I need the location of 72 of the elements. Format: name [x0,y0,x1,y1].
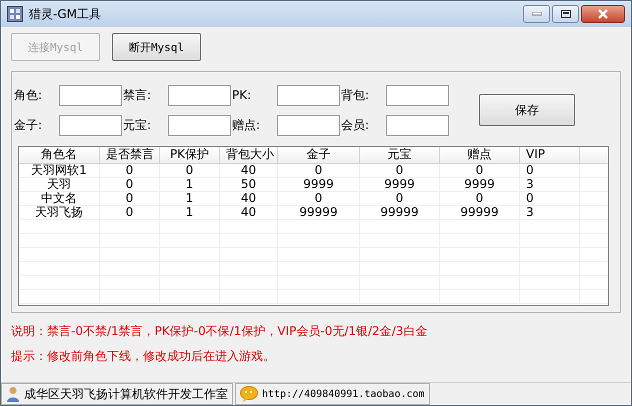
table-cell: 天羽 [19,178,100,191]
table-cell: 0 [360,164,440,177]
close-button[interactable] [581,5,625,23]
table-cell: 3 [520,206,580,219]
table-cell: 40 [220,192,278,205]
minimize-button[interactable] [523,5,550,23]
disconnect-button[interactable]: 断开Mysql [112,33,201,61]
input-field[interactable] [59,84,122,106]
table-cell: 9999 [360,178,440,191]
field-label: 背包: [341,86,370,104]
table-cell: 1 [160,178,220,191]
table-cell: 中文名 [19,192,100,205]
input-field[interactable] [277,114,340,136]
note-text: 提示：修改前角色下线，修改成功后在进入游戏。 [11,348,276,365]
column-header[interactable]: PK保护 [160,147,220,163]
input-field[interactable] [277,84,340,106]
table-cell: 天羽飞扬 [19,206,100,219]
table-cell: 0 [100,192,160,205]
window-title: 猎灵-GM工具 [29,6,101,22]
field-label: 金子: [14,116,44,134]
status-text: http://409840991.taobao.com [262,388,425,400]
field-label: 会员: [341,116,370,134]
table-cell: 0 [100,178,160,191]
table-cell: 99999 [360,206,440,219]
close-icon [597,9,609,19]
table-cell: 1 [160,206,220,219]
input-field[interactable] [168,84,231,106]
note-text: 说明：禁言-0不禁/1禁言，PK保护-0不保/1保护，VIP会员-0无/1银/2金/3白金 [11,323,428,340]
table-cell: 9999 [440,178,520,191]
table-cell: 50 [220,178,278,191]
status-text: 成华区天羽飞扬计算机软件开发工作室 [24,386,228,402]
column-header[interactable]: 背包大小 [220,147,278,163]
column-header[interactable]: 元宝 [360,147,440,163]
table-cell: 0 [440,192,520,205]
input-field[interactable] [386,84,449,106]
field-label: PK: [232,88,252,102]
column-header[interactable]: 金子 [278,147,360,163]
input-field[interactable] [168,114,231,136]
person-icon [6,386,20,402]
table-cell: 0 [100,164,160,177]
table-cell: 0 [278,164,360,177]
table-cell: 0 [360,192,440,205]
table-cell: 0 [160,164,220,177]
table-cell: 99999 [440,206,520,219]
column-header[interactable]: VIP [520,147,580,163]
maximize-button[interactable] [552,5,579,23]
field-label: 角色: [14,86,44,104]
table-cell: 0 [100,206,160,219]
column-header[interactable]: 是否禁言 [100,147,160,163]
restore-icon [560,10,570,18]
table-cell: 天羽网软1 [19,164,100,177]
field-label: 赠点: [232,116,262,134]
column-header[interactable]: 赠点 [440,147,520,163]
table-cell: 1 [160,192,220,205]
input-field[interactable] [386,114,449,136]
table-cell: 0 [520,192,580,205]
chat-bubble-icon [240,386,258,402]
field-label: 元宝: [123,116,152,134]
table-cell: 0 [278,192,360,205]
table-cell: 0 [440,164,520,177]
input-field[interactable] [59,114,122,136]
column-header[interactable]: 角色名 [19,147,100,163]
table-cell: 0 [520,164,580,177]
save-button[interactable]: 保存 [479,94,575,126]
field-label: 禁言: [123,86,152,104]
minimize-icon [532,12,542,16]
table-cell: 40 [220,164,278,177]
table-cell: 40 [220,206,278,219]
table-cell: 3 [520,178,580,191]
table-cell: 9999 [278,178,360,191]
app-icon [7,6,23,22]
table-cell: 99999 [278,206,360,219]
